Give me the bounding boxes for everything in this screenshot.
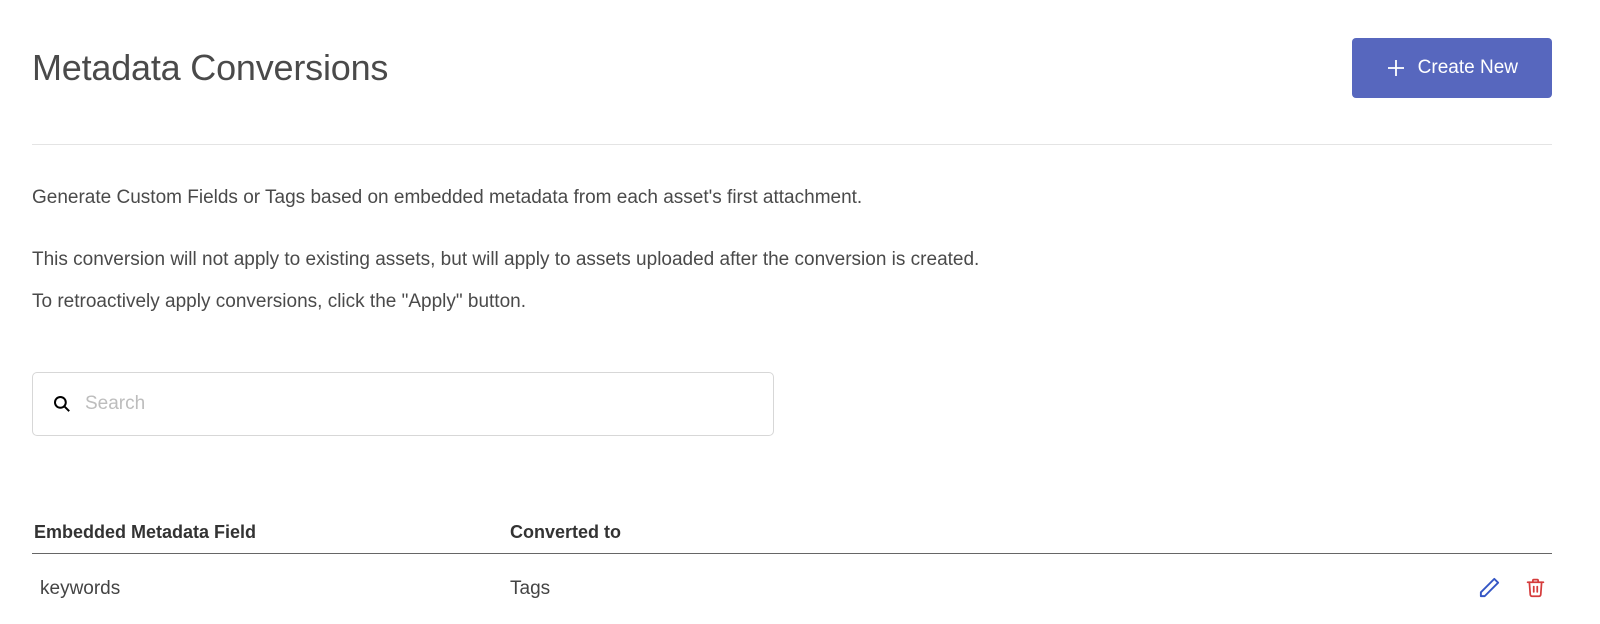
- delete-button[interactable]: [1525, 576, 1546, 602]
- conversions-table: Embedded Metadata Field Converted to key…: [32, 522, 1552, 624]
- search-input[interactable]: [85, 393, 753, 415]
- description-block: Generate Custom Fields or Tags based on …: [32, 181, 1552, 320]
- search-icon: [53, 395, 71, 413]
- delete-icon: [1525, 576, 1546, 602]
- edit-button[interactable]: [1478, 576, 1501, 602]
- description-line-2: This conversion will not apply to existi…: [32, 243, 1552, 277]
- cell-field: keywords: [32, 578, 510, 600]
- plus-icon: [1386, 58, 1406, 78]
- description-line-3: To retroactively apply conversions, clic…: [32, 285, 1552, 319]
- table-header: Embedded Metadata Field Converted to: [32, 522, 1552, 554]
- create-new-button[interactable]: Create New: [1352, 38, 1552, 98]
- column-header-field: Embedded Metadata Field: [32, 522, 510, 543]
- cell-converted-to: Tags: [510, 578, 1432, 600]
- page-header: Metadata Conversions Create New: [32, 38, 1552, 145]
- table-row: keywords Tags: [32, 554, 1552, 624]
- create-new-button-label: Create New: [1418, 57, 1518, 79]
- column-header-converted-to: Converted to: [510, 522, 1432, 543]
- search-field-container[interactable]: [32, 372, 774, 436]
- description-line-1: Generate Custom Fields or Tags based on …: [32, 181, 1552, 215]
- row-actions: [1432, 576, 1552, 602]
- page-title: Metadata Conversions: [32, 47, 388, 89]
- column-header-actions: [1432, 522, 1552, 543]
- edit-icon: [1478, 576, 1501, 602]
